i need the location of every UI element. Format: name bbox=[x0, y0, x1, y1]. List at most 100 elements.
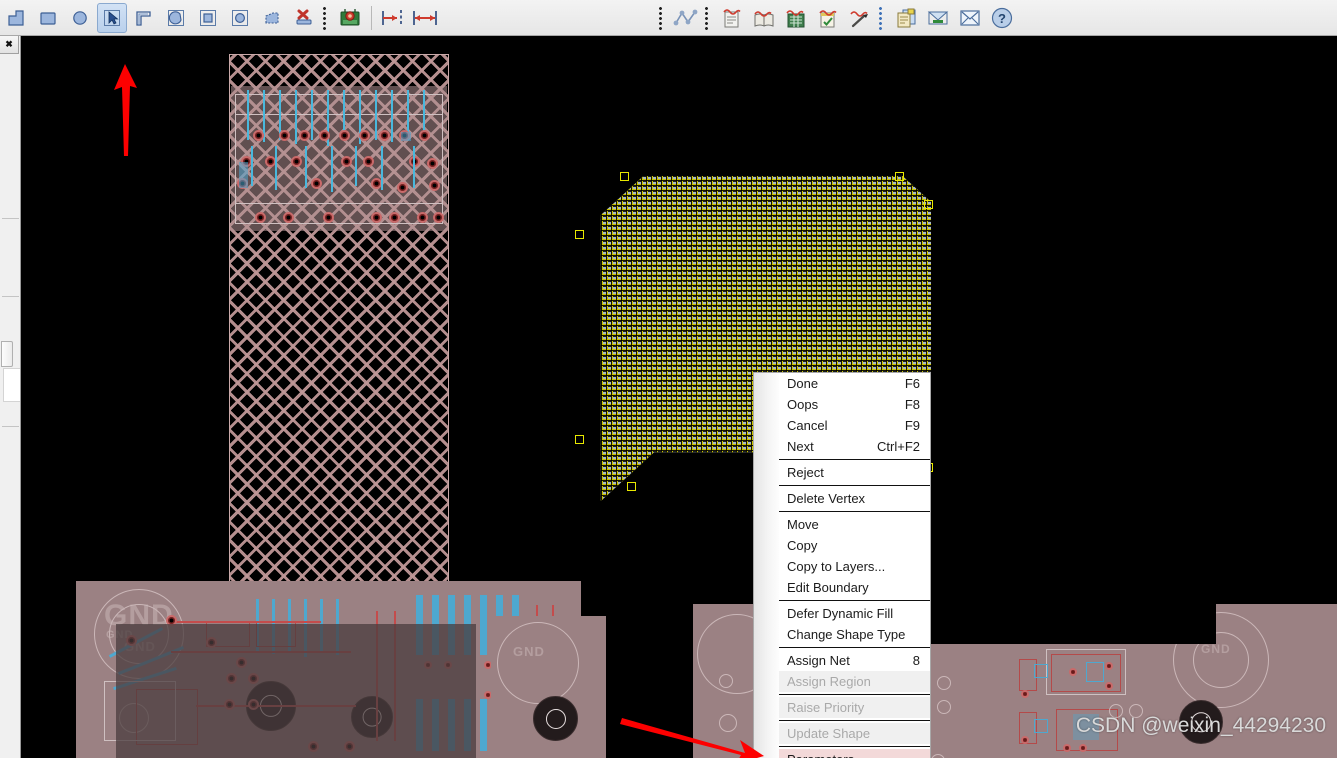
pad bbox=[1105, 682, 1113, 690]
shape-compose-icon[interactable] bbox=[129, 3, 159, 33]
dimension-edit-icon[interactable] bbox=[378, 3, 408, 33]
measure-icon[interactable] bbox=[410, 3, 440, 33]
vertex-handle[interactable] bbox=[620, 172, 629, 181]
menu-item-label: Assign Region bbox=[787, 674, 871, 689]
shape-manual-void-circle-icon[interactable] bbox=[225, 3, 255, 33]
pad bbox=[341, 156, 352, 167]
delete-void-icon[interactable] bbox=[289, 3, 319, 33]
vertex-handle[interactable] bbox=[575, 230, 584, 239]
signal-analysis-icon[interactable] bbox=[671, 3, 701, 33]
pad bbox=[359, 130, 370, 141]
menu-item-copy[interactable]: Copy bbox=[779, 535, 930, 556]
status-book-icon[interactable] bbox=[749, 3, 779, 33]
menu-item-label: Next bbox=[787, 439, 814, 454]
menu-item-label: Raise Priority bbox=[787, 700, 865, 715]
shape-rectangle-icon[interactable] bbox=[33, 3, 63, 33]
toolbar-group-help-tools: ? bbox=[890, 0, 1018, 36]
menu-item-oops[interactable]: Oops F8 bbox=[779, 394, 930, 415]
arrow-to-shape-select-tool bbox=[114, 64, 137, 156]
menu-item-cancel[interactable]: Cancel F9 bbox=[779, 415, 930, 436]
report-icon[interactable] bbox=[717, 3, 747, 33]
pad bbox=[433, 212, 444, 223]
dock-tab-handle[interactable] bbox=[1, 341, 13, 367]
menu-item-shortcut: F9 bbox=[904, 418, 920, 433]
menu-item-label: Oops bbox=[787, 397, 819, 412]
copy-window-icon[interactable] bbox=[891, 3, 921, 33]
toolbar-grip-measure[interactable] bbox=[323, 4, 330, 31]
menu-item-copy-to-layers[interactable]: Copy to Layers... bbox=[779, 556, 930, 577]
waveform-probe-icon[interactable] bbox=[845, 3, 875, 33]
shape-select-icon[interactable] bbox=[97, 2, 127, 33]
trace bbox=[381, 146, 383, 190]
dock-close-icon[interactable]: ✖ bbox=[0, 36, 19, 54]
smd-pad bbox=[401, 132, 411, 141]
menu-item-label: Done bbox=[787, 376, 819, 391]
shape-decompose-icon[interactable] bbox=[161, 3, 191, 33]
drc-check-icon[interactable] bbox=[813, 3, 843, 33]
menu-item-change-shape-type[interactable]: Change Shape Type bbox=[779, 624, 930, 645]
svg-text:?: ? bbox=[998, 11, 1006, 26]
menu-item-defer-dynamic-fill[interactable]: Defer Dynamic Fill bbox=[779, 603, 930, 624]
vertex-handle[interactable] bbox=[575, 435, 584, 444]
pad bbox=[397, 182, 408, 193]
via-ring bbox=[937, 700, 951, 714]
menu-item-shortcut: 8 bbox=[912, 653, 920, 668]
menu-item-reject[interactable]: Reject bbox=[779, 462, 930, 483]
pad bbox=[291, 156, 302, 167]
menu-item-edit-boundary[interactable]: Edit Boundary bbox=[779, 577, 930, 598]
menu-item-label: Copy bbox=[787, 538, 818, 553]
pad bbox=[323, 212, 334, 223]
place-manual-icon[interactable] bbox=[335, 3, 365, 33]
pad bbox=[371, 212, 382, 223]
menu-item-raise-priority: Raise Priority bbox=[779, 697, 930, 718]
pcb-board-middle-tab[interactable]: GND bbox=[491, 616, 606, 758]
pad bbox=[1021, 690, 1029, 698]
via-ring bbox=[719, 714, 737, 732]
shape-manual-void-polygon-icon[interactable] bbox=[257, 3, 287, 33]
pad bbox=[319, 130, 330, 141]
via-ring bbox=[937, 676, 951, 690]
shape-circle-icon[interactable] bbox=[65, 3, 95, 33]
menu-item-label: Parameters... bbox=[787, 752, 920, 758]
shape-manual-void-rect-icon[interactable] bbox=[193, 3, 223, 33]
menu-item-list: Done F6 Oops F8 Cancel F9 Next Ctrl+F2 Reject Del… bbox=[779, 373, 930, 758]
vertex-handle[interactable] bbox=[924, 200, 933, 209]
toolbar-grip-help[interactable] bbox=[879, 4, 886, 31]
toolbar-grip-report[interactable] bbox=[705, 4, 712, 31]
shape-context-menu[interactable]: Done F6 Oops F8 Cancel F9 Next Ctrl+F2 Reject Del… bbox=[753, 372, 931, 758]
menu-item-label: Copy to Layers... bbox=[787, 559, 886, 574]
envelope-icon[interactable] bbox=[955, 3, 985, 33]
toolbar-group-shape-tools bbox=[0, 0, 320, 36]
vertex-handle[interactable] bbox=[895, 172, 904, 181]
menu-separator bbox=[779, 511, 930, 512]
constraint-mgr-icon[interactable] bbox=[781, 3, 811, 33]
component-cluster[interactable] bbox=[231, 86, 447, 231]
trace bbox=[275, 146, 277, 190]
help-icon[interactable]: ? bbox=[987, 3, 1017, 33]
silkscreen-label: GND bbox=[1201, 642, 1231, 656]
menu-item-done[interactable]: Done F6 bbox=[779, 373, 930, 394]
menu-item-update-shape: Update Shape bbox=[779, 723, 930, 744]
pad bbox=[299, 130, 310, 141]
pad bbox=[339, 130, 350, 141]
menu-item-move[interactable]: Move bbox=[779, 514, 930, 535]
menu-separator bbox=[779, 694, 930, 695]
menu-separator bbox=[779, 459, 930, 460]
menu-item-delete-vertex[interactable]: Delete Vertex bbox=[779, 488, 930, 509]
vertex-handle[interactable] bbox=[627, 482, 636, 491]
menu-separator bbox=[779, 485, 930, 486]
menu-item-assign-region: Assign Region bbox=[779, 671, 930, 692]
menu-item-next[interactable]: Next Ctrl+F2 bbox=[779, 436, 930, 457]
pad bbox=[427, 158, 438, 169]
dock-panel-card[interactable] bbox=[3, 368, 20, 402]
menu-item-assign-net[interactable]: Assign Net 8 bbox=[779, 650, 930, 671]
menu-item-parameters[interactable]: Parameters... bbox=[779, 749, 930, 758]
shape-polygon-icon[interactable] bbox=[1, 3, 31, 33]
toolbar-grip-analysis[interactable] bbox=[659, 4, 666, 31]
mail-icon[interactable] bbox=[923, 3, 953, 33]
via-ring bbox=[719, 674, 733, 688]
trace bbox=[480, 699, 487, 751]
pcb-canvas[interactable]: GND GND GND Done F6 Oops F8 Cancel F9 Ne… bbox=[21, 36, 1337, 758]
menu-item-label: Move bbox=[787, 517, 819, 532]
pad bbox=[417, 212, 428, 223]
